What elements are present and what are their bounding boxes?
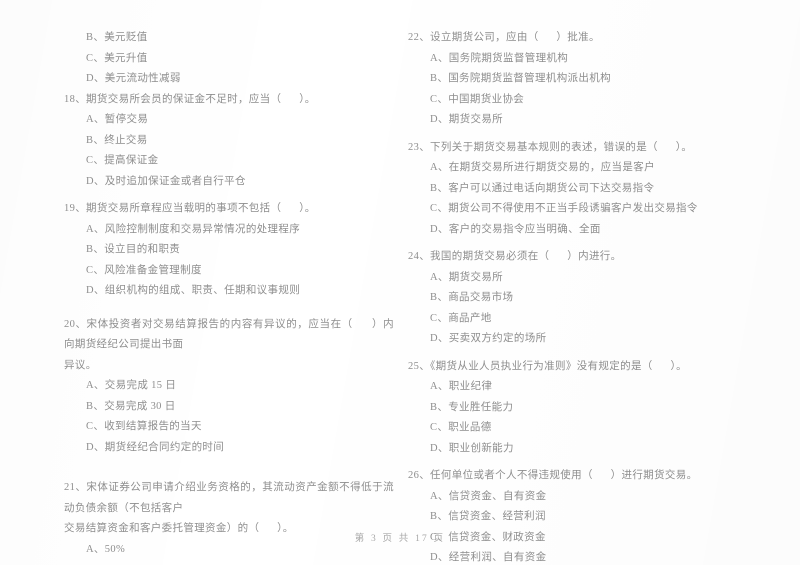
option-item: D、买卖双方约定的场所 <box>430 333 547 344</box>
question-20: 20、宋体投资者对交易结算报告的内容有异议的，应当在（ ）内向期货经纪公司提出书… <box>64 315 394 459</box>
option-item: C、期货公司不得使用不正当手段诱骗客户发出交易指令 <box>430 203 698 214</box>
option-item: C、美元升值 <box>86 52 148 64</box>
question-column-right: 22、设立期货公司，应由（ ）批准。 A、国务院期货监督管理机构 B、国务院期货… <box>408 28 738 565</box>
option-item: B、70% <box>64 560 394 565</box>
option-item: B、商品交易市场 <box>430 292 514 303</box>
option-item: B、客户可以通过电话向期货公司下达交易指令 <box>430 182 655 194</box>
option-item: D、职业创新能力 <box>430 442 514 454</box>
question-column-left: B、美元贬值 C、美元升值 D、美元流动性减弱 18、期货交易所会员的保证金不足… <box>64 28 394 565</box>
option-item: B、设立目的和职责 <box>86 244 181 255</box>
question-26: 26、任何单位或者个人不得违规使用（ ）进行期货交易。 A、信贷资金、自有资金 … <box>408 466 738 565</box>
question-stem: 21、宋体证券公司申请介绍业务资格的，其流动资产金额不得低于流动负债余额（不包括… <box>64 482 394 514</box>
option-item: B、交易完成 30 日 <box>86 400 176 412</box>
option-item: C、风险准备金管理制度 <box>86 264 202 276</box>
option-item: D、组织机构的组成、职责、任期和议事规则 <box>86 285 301 296</box>
option-item: B、终止交易 <box>86 134 148 146</box>
exam-page: B、美元贬值 C、美元升值 D、美元流动性减弱 18、期货交易所会员的保证金不足… <box>0 0 800 565</box>
option-item: A、风险控制制度和交易异常情况的处理程序 <box>86 223 301 235</box>
option-item: A、期货交易所 <box>430 271 504 283</box>
option-item: D、经营利润、自有资金 <box>430 552 547 563</box>
option-item: A、交易完成 15 日 <box>86 380 177 391</box>
question-24: 24、我国的期货交易必须在（ ）内进行。 A、期货交易所 B、商品交易市场 C、… <box>408 247 738 350</box>
option-item: B、美元贬值 <box>86 32 148 43</box>
option-item: B、专业胜任能力 <box>430 401 514 413</box>
question-23: 23、下列关于期货交易基本规则的表述，错误的是（ ）。 A、在期货交易所进行期货… <box>408 138 738 241</box>
question-19: 19、期货交易所章程应当载明的事项不包括（ ）。 A、风险控制制度和交易异常情况… <box>64 199 394 302</box>
option-item: A、信贷资金、自有资金 <box>430 490 547 502</box>
question-22: 22、设立期货公司，应由（ ）批准。 A、国务院期货监督管理机构 B、国务院期货… <box>408 28 738 131</box>
question-stem: 18、期货交易所会员的保证金不足时，应当（ ）。 <box>64 93 316 105</box>
option-item: C、职业品德 <box>430 422 492 433</box>
option-item: D、客户的交易指令应当明确、全面 <box>430 223 601 235</box>
option-item: A、国务院期货监督管理机构 <box>430 52 569 64</box>
option-item: C、商品产地 <box>430 312 492 324</box>
question-25: 25、《期货从业人员执业行为准则》没有规定的是（ ）。 A、职业纪律 B、专业胜… <box>408 357 738 460</box>
option-item: A、职业纪律 <box>430 381 493 392</box>
question-21: 21、宋体证券公司申请介绍业务资格的，其流动资产金额不得低于流动负债余额（不包括… <box>64 478 394 565</box>
question-stem-continuation: 异议。 <box>64 359 97 371</box>
question-18: 18、期货交易所会员的保证金不足时，应当（ ）。 A、暂停交易 B、终止交易 C… <box>64 90 394 193</box>
option-item: B、信贷资金、经营利润 <box>430 511 546 522</box>
question-stem: 19、期货交易所章程应当载明的事项不包括（ ）。 <box>64 203 316 214</box>
option-item: D、期货交易所 <box>430 114 504 125</box>
question-stem: 24、我国的期货交易必须在（ ）内进行。 <box>408 251 622 262</box>
option-item: C、提高保证金 <box>86 155 159 166</box>
option-item: A、在期货交易所进行期货交易的，应当是客户 <box>430 162 655 173</box>
question-stem: 26、任何单位或者个人不得违规使用（ ）进行期货交易。 <box>408 470 698 481</box>
option-item: A、暂停交易 <box>86 114 149 125</box>
question-stem: 25、《期货从业人员执业行为准则》没有规定的是（ ）。 <box>408 360 687 372</box>
option-item: D、期货经纪合同约定的时间 <box>86 441 225 453</box>
question-stem: 23、下列关于期货交易基本规则的表述，错误的是（ ）。 <box>408 141 693 153</box>
option-item: D、及时追加保证金或者自行平仓 <box>86 175 246 187</box>
question-stem: 22、设立期货公司，应由（ ）批准。 <box>408 32 600 43</box>
question-stem: 20、宋体投资者对交易结算报告的内容有异议的，应当在（ ）内向期货经纪公司提出书… <box>64 318 394 351</box>
orphan-option-list-left: B、美元贬值 C、美元升值 D、美元流动性减弱 <box>64 28 394 90</box>
option-item: D、美元流动性减弱 <box>86 73 181 84</box>
option-item: C、中国期货业协会 <box>430 93 525 105</box>
option-item: B、国务院期货监督管理机构派出机构 <box>430 73 611 84</box>
option-item: C、收到结算报告的当天 <box>86 421 202 432</box>
page-footer: 第 3 页 共 17 页 <box>354 534 446 544</box>
